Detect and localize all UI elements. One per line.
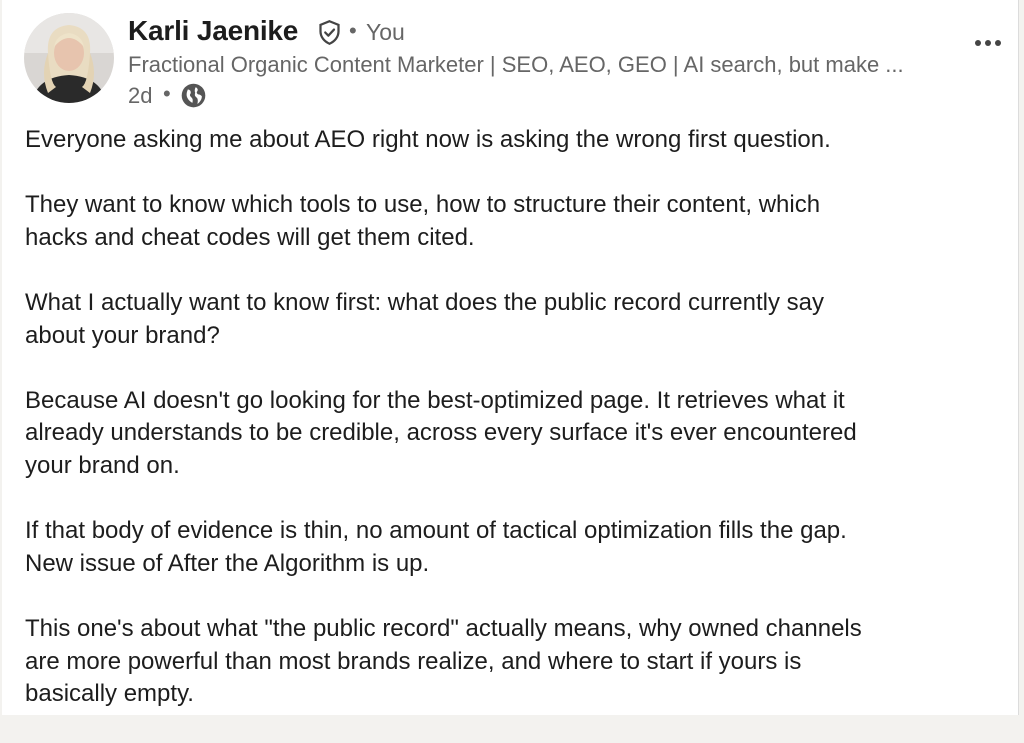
post-text-line: What I actually want to know first: what… [25,288,825,316]
post-text-line: are more powerful than most brands reali… [25,647,802,675]
post-paragraph: If that body of evidence is thin, no amo… [25,515,1005,580]
post-text-line: Everyone asking me about AEO right now i… [25,126,831,153]
post-text-line: already understands to be credible, acro… [25,419,857,447]
post-card: Karli Jaenike • You Fractional Organic C… [2,0,1019,715]
post-text-line: This one's about what "the public record… [25,614,862,642]
author-headline: Fractional Organic Content Marketer | SE… [128,52,904,77]
post-paragraph: Because AI doesn't go looking for the be… [25,385,1005,483]
connection-label: You [366,19,405,45]
post-body: Everyone asking me about AEO right now i… [25,124,1005,743]
post-paragraph: This one's about what "the public record… [25,613,1005,711]
post-text-line: New issue of After the Algorithm is up. [25,549,430,577]
author-avatar[interactable] [24,13,114,103]
post-text-line: basically empty. [25,680,194,708]
post-text-line: Because AI doesn't go looking for the be… [25,386,845,414]
post-text-line: hacks and cheat codes will get them cite… [25,223,475,251]
post-text-line: about your brand? [25,321,220,349]
post-paragraph: What I actually want to know first: what… [25,287,1005,352]
post-text-line: If that body of evidence is thin, no amo… [25,517,847,545]
author-name[interactable]: Karli Jaenike [128,15,298,47]
separator-dot: • [349,18,357,43]
avatar-photo [24,13,114,103]
globe-icon [181,83,206,108]
separator-dot: • [163,81,171,106]
post-paragraph: Everyone asking me about AEO right now i… [25,124,1005,157]
more-dot [995,40,1001,46]
more-dot [975,40,981,46]
post-timestamp[interactable]: 2d [128,83,152,109]
verified-shield-icon [319,20,340,45]
post-text-line: They want to know which tools to use, ho… [25,191,821,219]
more-dot [985,40,991,46]
post-paragraph: They want to know which tools to use, ho… [25,189,1005,254]
post-text-line: your brand on. [25,451,180,479]
more-options-button[interactable] [966,28,1010,58]
